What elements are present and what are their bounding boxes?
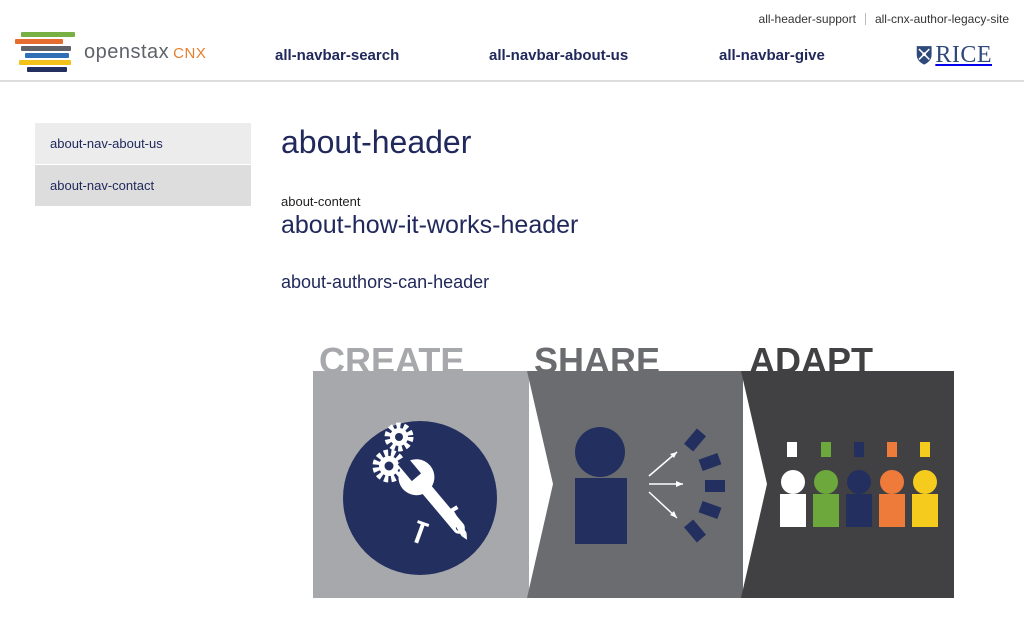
utility-links: all-header-support all-cnx-author-legacy… xyxy=(759,12,1009,26)
sidebar-item-about-us[interactable]: about-nav-about-us xyxy=(35,123,251,164)
create-share-adapt-illustration: CREATE SHARE ADAPT xyxy=(313,340,954,598)
about-sidebar-nav: about-nav-about-us about-nav-contact xyxy=(35,123,251,206)
header-support-link[interactable]: all-header-support xyxy=(759,12,856,26)
about-content-label: about-content xyxy=(281,194,361,209)
site-header: all-header-support all-cnx-author-legacy… xyxy=(0,0,1024,82)
rice-university-logo[interactable]: RICE xyxy=(916,40,992,70)
how-it-works-header: about-how-it-works-header xyxy=(281,211,579,239)
navbar-search-link[interactable]: all-navbar-search xyxy=(275,47,399,64)
create-title: CREATE xyxy=(319,340,464,381)
navbar-about-us-link[interactable]: all-navbar-about-us xyxy=(489,47,628,64)
utility-divider xyxy=(864,13,866,25)
openstax-cnx-logo[interactable]: openstax CNX xyxy=(15,32,220,72)
logo-wordmark: openstax CNX xyxy=(84,41,207,63)
logo-cnx-suffix: CNX xyxy=(173,45,207,62)
rice-shield-icon xyxy=(916,46,932,65)
openstax-books-icon xyxy=(15,32,77,72)
sidebar-item-contact[interactable]: about-nav-contact xyxy=(35,165,251,206)
share-title: SHARE xyxy=(534,340,660,381)
legacy-site-link[interactable]: all-cnx-author-legacy-site xyxy=(875,12,1009,26)
page-title: about-header xyxy=(281,124,472,160)
authors-can-header: about-authors-can-header xyxy=(281,272,490,292)
gears-wrench-screw-icon xyxy=(343,421,497,575)
navbar-give-link[interactable]: all-navbar-give xyxy=(719,47,825,64)
rice-wordmark: RICE xyxy=(935,41,992,68)
adapt-title: ADAPT xyxy=(749,340,873,381)
